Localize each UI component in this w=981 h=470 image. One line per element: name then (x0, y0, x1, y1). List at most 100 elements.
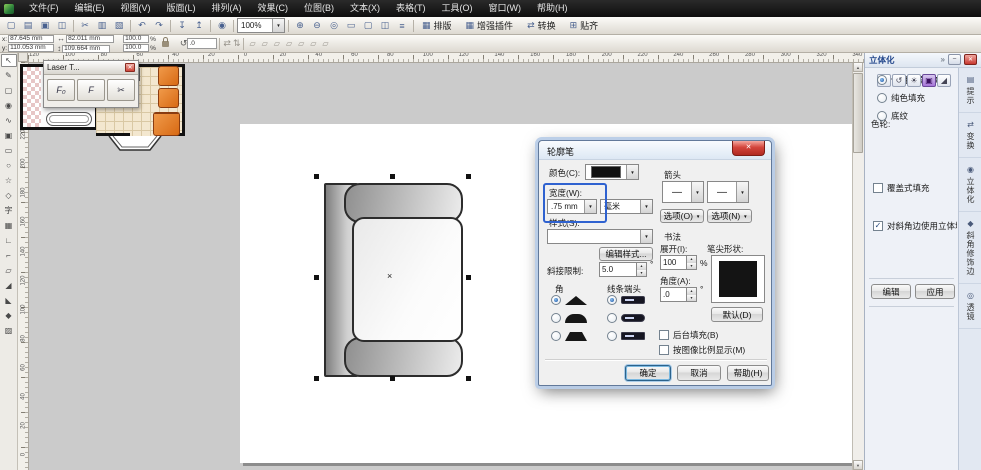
radio-icon[interactable] (551, 313, 561, 323)
radio-icon[interactable] (607, 331, 617, 341)
apply-button[interactable]: 应用 (915, 284, 955, 299)
menu-item[interactable]: 编辑(E) (67, 0, 113, 17)
application-launcher-icon[interactable]: ◉ (214, 19, 230, 33)
fill-tool[interactable]: ◆ (1, 309, 17, 322)
arrow-end-combo[interactable]: — ▼ (707, 181, 749, 203)
nib-shape-preview[interactable] (711, 255, 765, 303)
docker-tab[interactable]: ◆ 斜角修饰边 (959, 212, 981, 284)
chevron-right-icon[interactable]: » (941, 55, 945, 64)
extrude-color-icon[interactable]: ▣ (922, 74, 936, 87)
lock-ratio-icon[interactable] (162, 41, 169, 47)
zoom-width-icon[interactable]: ◫ (377, 19, 393, 33)
pick-tool[interactable]: ↖ (1, 54, 17, 67)
spin-down-icon[interactable]: ▼ (687, 295, 696, 302)
save-icon[interactable]: ▣ (37, 19, 53, 33)
ellipse-tool[interactable]: ○ (1, 159, 17, 172)
width-units-combo[interactable]: 毫米 ▼ (600, 199, 653, 214)
selection-handle[interactable] (466, 376, 471, 381)
outline-pen-tool[interactable]: ◣ (1, 294, 17, 307)
spin-down-icon[interactable]: ▼ (637, 270, 646, 277)
dimension-tool[interactable]: ∟ (1, 234, 17, 247)
selection-handle[interactable] (314, 376, 319, 381)
cap-option-square[interactable] (607, 331, 645, 341)
docker-tab[interactable]: ◉ 立体化 (959, 158, 981, 212)
line-style-combo[interactable]: ▼ (547, 229, 653, 244)
laser-tool-f0[interactable]: F₀ (47, 79, 75, 101)
scrollbar-thumb[interactable] (853, 73, 863, 153)
vertical-scrollbar[interactable]: ▲ ▼ (852, 62, 864, 470)
mirror-horizontal-icon[interactable]: ⇄ (222, 38, 232, 49)
radio-icon[interactable] (607, 313, 617, 323)
laser-toolbar-titlebar[interactable]: Laser T... ✕ (44, 61, 138, 75)
arrow-start-combo[interactable]: — ▼ (662, 181, 704, 203)
corner-option-bevel[interactable] (551, 331, 587, 341)
chevron-down-icon[interactable]: ▼ (640, 230, 652, 243)
edit-button[interactable]: 编辑 (871, 284, 911, 299)
stretch-spinner[interactable]: 100 ▲▼ (660, 255, 697, 270)
behind-icon[interactable]: ▱ (321, 39, 329, 48)
docker-tab[interactable]: ⇄ 变换 (959, 113, 981, 158)
toolbar-labeled-button[interactable]: ▦ 增强插件 (461, 19, 519, 33)
menu-item[interactable]: 表格(T) (388, 0, 434, 17)
edit-style-button[interactable]: 编辑样式... (599, 247, 653, 261)
selection-handle[interactable] (314, 275, 319, 280)
menu-item[interactable]: 排列(A) (204, 0, 250, 17)
menu-item[interactable]: 效果(C) (250, 0, 297, 17)
connector-tool[interactable]: ⌐ (1, 249, 17, 262)
basic-shapes-tool[interactable]: ◇ (1, 189, 17, 202)
chevron-down-icon[interactable]: ▼ (691, 182, 703, 202)
cancel-button[interactable]: 取消 (677, 365, 721, 381)
table-tool[interactable]: ▦ (1, 219, 17, 232)
checkbox-icon[interactable] (659, 345, 669, 355)
checkbox-icon[interactable] (659, 330, 669, 340)
forward-one-icon[interactable]: ▱ (297, 39, 305, 48)
to-back-of-page-icon[interactable]: ▱ (261, 39, 269, 48)
freehand-tool[interactable]: ∿ (1, 114, 17, 127)
radio-icon[interactable] (877, 93, 887, 103)
toolbar-labeled-button[interactable]: ⊞ 贴齐 (565, 19, 604, 33)
zoom-in-icon[interactable]: ⊕ (292, 19, 308, 33)
radio-icon[interactable] (877, 111, 887, 121)
paste-icon[interactable]: ▧ (111, 19, 127, 33)
menu-item[interactable]: 窗口(W) (481, 0, 530, 17)
copy-icon[interactable]: ▥ (94, 19, 110, 33)
zoom-page-icon[interactable]: ▢ (360, 19, 376, 33)
toolbar-labeled-button[interactable]: ⇄ 转换 (522, 19, 561, 33)
default-button[interactable]: 默认(D) (711, 307, 763, 322)
eyedropper-tool[interactable]: ◢ (1, 279, 17, 292)
text-tool[interactable]: 字 (1, 204, 17, 217)
scale-y-field[interactable]: 100.0 (123, 44, 149, 52)
spin-down-icon[interactable]: ▼ (687, 263, 696, 270)
menu-item[interactable]: 视图(V) (113, 0, 159, 17)
selection-handle[interactable] (466, 174, 471, 179)
cap-option-butt[interactable] (607, 295, 645, 305)
chevron-down-icon[interactable]: ▼ (584, 200, 596, 213)
scroll-up-icon[interactable]: ▲ (853, 62, 863, 72)
selection-handle[interactable] (466, 275, 471, 280)
mirror-vertical-icon[interactable]: ⇅ (232, 38, 242, 49)
cut-icon[interactable]: ✂ (77, 19, 93, 33)
ok-button[interactable]: 确定 (625, 365, 671, 381)
radio-icon[interactable] (877, 75, 887, 85)
zoom-height-icon[interactable]: ≡ (394, 19, 410, 33)
bevel-fill-option[interactable]: ✓ 对斜角边使用立体填充 (873, 220, 957, 232)
selection-center-mark[interactable]: × (387, 271, 392, 281)
object-x-field[interactable]: 87.645 mm (8, 35, 54, 43)
minimize-icon[interactable]: – (948, 54, 961, 65)
checkbox-checked-icon[interactable]: ✓ (873, 221, 883, 231)
smart-fill-tool[interactable]: ▣ (1, 129, 17, 142)
zoom-out-icon[interactable]: ⊖ (309, 19, 325, 33)
object-height-field[interactable]: 109.664 mm (62, 45, 110, 53)
outline-width-combo[interactable]: .75 mm ▼ (547, 199, 597, 214)
fill-option[interactable]: 纯色填充 (877, 92, 958, 104)
object-y-field[interactable]: 110.053 mm (8, 44, 54, 52)
extrude-rotate-icon[interactable]: ↺ (892, 74, 906, 87)
selection-handle[interactable] (390, 174, 395, 179)
docker-tab[interactable]: ▤ 提示 (959, 68, 981, 113)
zoom-all-icon[interactable]: ▭ (343, 19, 359, 33)
to-front-icon[interactable]: ▱ (273, 39, 281, 48)
scale-x-field[interactable]: 100.0 (123, 35, 149, 43)
arrow-options-end-button[interactable]: 选项(N)▼ (707, 209, 752, 223)
crop-tool[interactable]: ▢ (1, 84, 17, 97)
outline-color-picker[interactable]: ▼ (585, 164, 639, 180)
